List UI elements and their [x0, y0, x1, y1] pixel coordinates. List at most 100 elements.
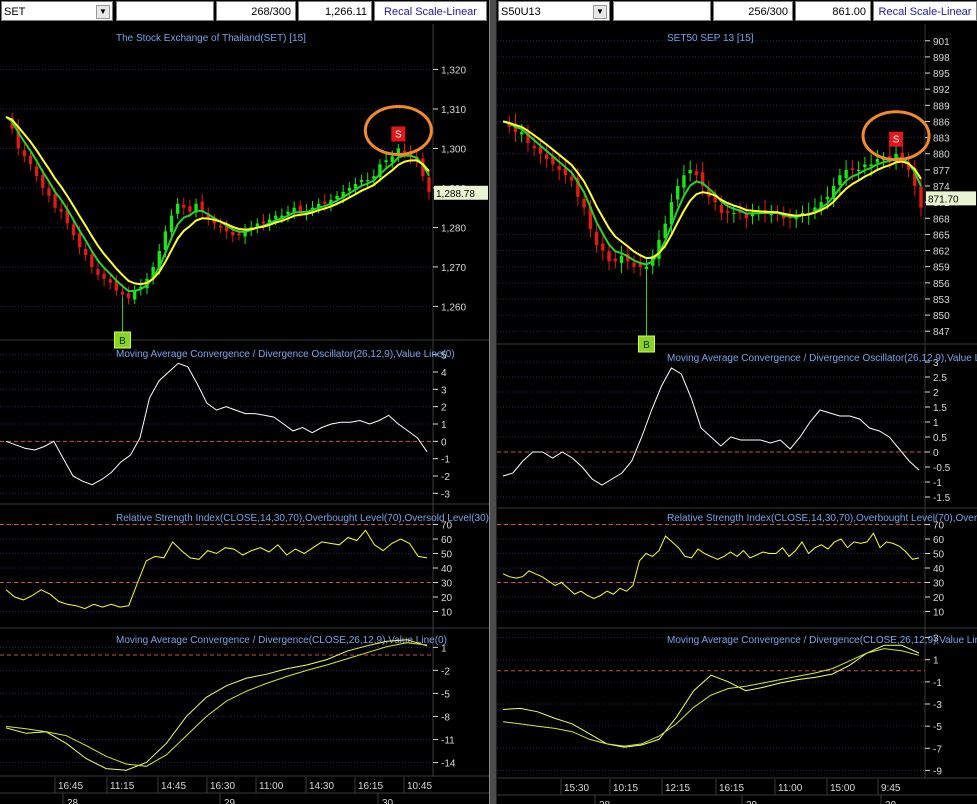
- time-label: 15:30: [564, 783, 589, 794]
- chevron-down-icon[interactable]: ▼: [96, 5, 110, 19]
- macd-tick-label: -5: [933, 722, 942, 733]
- candle-body: [844, 169, 848, 179]
- candle-body: [53, 193, 57, 208]
- slow-moving-average-line: [5, 115, 430, 286]
- last-value-field: 1,266.11: [298, 1, 372, 21]
- price-tick-label: 862: [933, 247, 950, 258]
- candle-body: [274, 215, 278, 219]
- price-tick-label: 1,280: [441, 223, 466, 234]
- candle-body: [569, 176, 574, 181]
- rsi-title: Relative Strength Index(CLOSE,14,30,70),…: [116, 513, 489, 524]
- candle-body: [384, 160, 388, 163]
- price-tick-label: 883: [933, 134, 950, 145]
- right-chart-pane: S50U13 ▼ 256/300 861.00 Recal Scale-Line…: [497, 0, 977, 804]
- rsi-tick-label: 50: [441, 550, 453, 561]
- macd-tick-label: 1: [933, 656, 939, 667]
- price-tick-label: 889: [933, 101, 950, 112]
- macd-title: Moving Average Convergence / Divergence(…: [667, 635, 977, 646]
- time-label: 11:15: [110, 781, 135, 792]
- date-label: 30: [382, 798, 394, 804]
- slow-moving-average-line: [502, 120, 922, 260]
- recal-scale-button[interactable]: Recal Scale-Linear: [374, 1, 487, 21]
- pane-splitter[interactable]: [489, 0, 497, 804]
- price-tick-label: 874: [933, 182, 950, 193]
- candle-body: [582, 199, 586, 208]
- candle-body: [169, 215, 174, 232]
- rsi-tick-label: 30: [933, 579, 945, 590]
- time-label: 16:15: [358, 781, 383, 792]
- candle-body: [850, 168, 855, 170]
- macd-tick-label: -1: [933, 678, 942, 689]
- candle-body: [825, 196, 830, 200]
- rsi-tick-label: 40: [441, 564, 453, 575]
- candle-body: [838, 175, 842, 186]
- macd-oscillator-tick-label: -1: [441, 455, 450, 466]
- time-label: 10:15: [613, 783, 638, 794]
- candle-body: [532, 145, 536, 149]
- price-tick-label: 880: [933, 150, 950, 161]
- price-tick-label: 850: [933, 311, 950, 322]
- macd-oscillator-tick-label: -1.5: [933, 493, 951, 504]
- candle-body: [261, 221, 266, 224]
- blank-field: [116, 1, 214, 21]
- candle-body: [71, 224, 76, 236]
- price-tick-label: 1,260: [441, 302, 466, 313]
- rsi-tick-label: 20: [933, 593, 945, 604]
- candle-body: [335, 195, 339, 200]
- time-label: 10:45: [407, 781, 432, 792]
- candle-body: [863, 164, 867, 168]
- sell-marker-label: S: [395, 129, 402, 140]
- right-toolbar: S50U13 ▼ 256/300 861.00 Recal Scale-Line…: [497, 0, 977, 24]
- bar-count-field: 268/300: [216, 1, 296, 21]
- candle-body: [869, 164, 873, 167]
- candle-body: [108, 279, 112, 283]
- candle-body: [544, 154, 549, 160]
- date-label: 28: [67, 798, 79, 804]
- macd-signal-line: [5, 642, 428, 767]
- candle-body: [298, 205, 302, 212]
- candle-body: [557, 166, 561, 170]
- symbol-value: SET: [4, 6, 26, 18]
- date-label: 30: [885, 800, 897, 804]
- fast-moving-average-line: [5, 116, 430, 293]
- time-label: 14:45: [161, 781, 186, 792]
- current-price-label: 871.70: [928, 194, 959, 205]
- left-toolbar: SET ▼ 268/300 1,266.11 Recal Scale-Linea…: [0, 0, 489, 24]
- candle-body: [120, 291, 125, 295]
- price-title: The Stock Exchange of Thailand(SET) [15]: [116, 33, 306, 44]
- candle-body: [84, 248, 88, 256]
- candle-body: [732, 212, 736, 214]
- candle-body: [231, 231, 235, 236]
- left-chart-pane: SET ▼ 268/300 1,266.11 Recal Scale-Linea…: [0, 0, 489, 804]
- candle-body: [323, 201, 327, 204]
- sell-marker-label: S: [893, 135, 900, 146]
- symbol-select[interactable]: S50U13 ▼: [498, 1, 610, 21]
- candle-body: [856, 169, 861, 171]
- recal-scale-button[interactable]: Recal Scale-Linear: [873, 1, 977, 21]
- price-tick-label: 853: [933, 295, 950, 306]
- left-chart-area: 1,3201,3101,3001,2901,2801,2701,260The S…: [0, 24, 489, 804]
- candle-body: [601, 243, 605, 251]
- price-title: SET50 SEP 13 [15]: [667, 33, 754, 44]
- time-label: 16:45: [58, 781, 83, 792]
- last-value-field: 861.00: [795, 1, 871, 21]
- macd-oscillator-tick-label: 2.5: [933, 373, 947, 384]
- rsi-tick-label: 50: [933, 550, 945, 561]
- candle-body: [359, 180, 364, 183]
- macd-oscillator-title: Moving Average Convergence / Divergence …: [667, 353, 977, 364]
- symbol-value: S50U13: [501, 6, 541, 18]
- macd-oscillator-tick-label: 1.5: [933, 403, 947, 414]
- buy-marker-label: B: [119, 336, 126, 347]
- candle-body: [682, 175, 686, 188]
- price-tick-label: 865: [933, 230, 950, 241]
- candle-body: [34, 166, 39, 177]
- candle-body: [688, 169, 692, 174]
- rsi-tick-label: 40: [933, 564, 945, 575]
- candle-body: [744, 214, 749, 219]
- right-chart-area: 9018988958928898868838808778748718688658…: [497, 24, 977, 804]
- chevron-down-icon[interactable]: ▼: [593, 5, 607, 19]
- symbol-select[interactable]: SET ▼: [1, 1, 113, 21]
- rsi-line: [502, 532, 920, 600]
- rsi-tick-label: 60: [933, 535, 945, 546]
- price-tick-label: 877: [933, 166, 950, 177]
